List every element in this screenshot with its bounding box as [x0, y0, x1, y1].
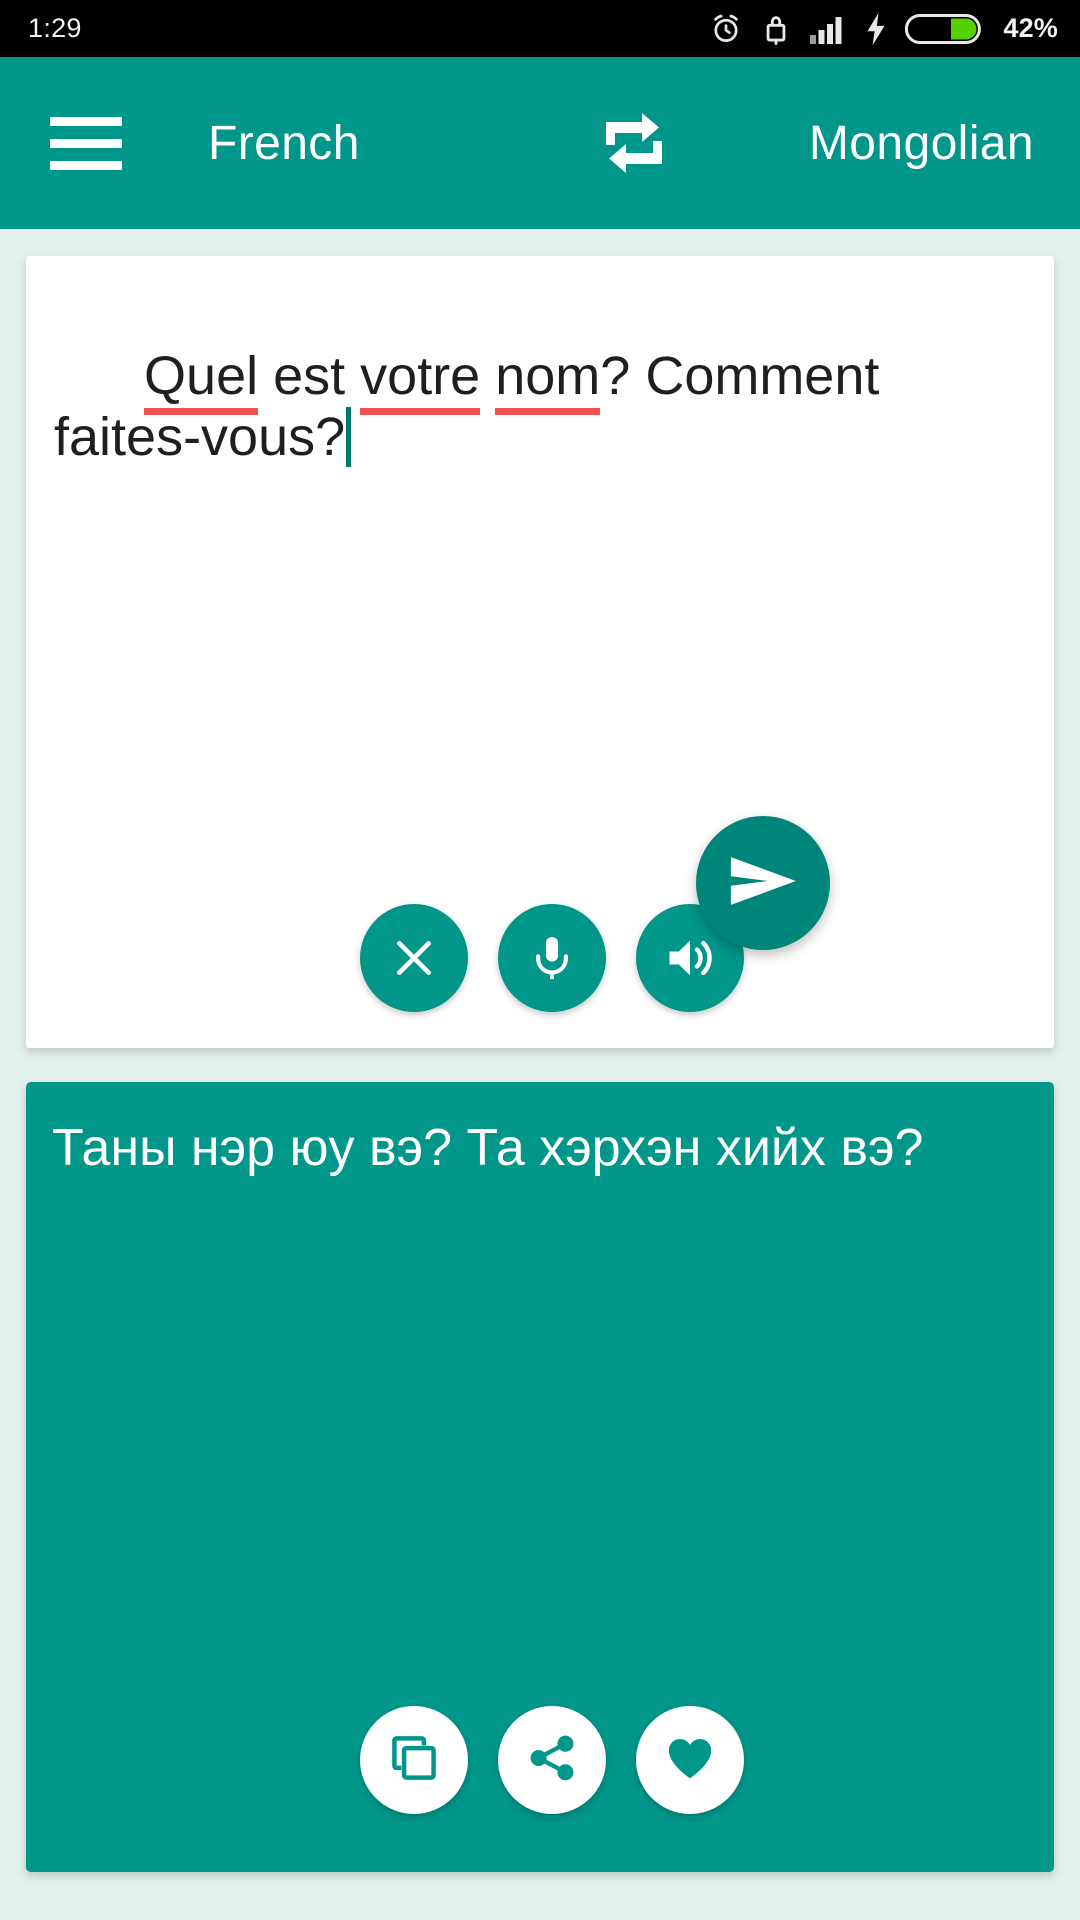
hamburger-bar [50, 138, 122, 148]
charging-bolt-icon [865, 12, 887, 46]
send-icon [722, 840, 804, 927]
send-button[interactable] [696, 816, 830, 950]
clear-button[interactable] [360, 904, 468, 1012]
swap-languages-icon[interactable] [594, 103, 674, 183]
hamburger-menu-icon[interactable] [50, 116, 146, 170]
lock-icon [761, 12, 791, 46]
microphone-button[interactable] [498, 904, 606, 1012]
source-text-input[interactable]: Quel est votre nom? Comment faites-vous? [54, 286, 1028, 528]
favorite-button[interactable] [636, 1706, 744, 1814]
hamburger-bar [50, 116, 122, 126]
speaker-icon [662, 930, 718, 986]
source-actions [26, 904, 1054, 1012]
source-text-part: est [258, 346, 361, 407]
translated-text: Таны нэр юу вэ? Та хэрхэн хийх вэ? [52, 1119, 924, 1177]
app-bar: French Mongolian [0, 57, 1080, 229]
status-icons: 42% [709, 11, 1058, 47]
status-clock: 1:29 [28, 13, 82, 43]
misspelled-word: nom [495, 346, 601, 407]
share-icon [526, 1732, 578, 1789]
source-language-selector[interactable]: French [208, 116, 360, 171]
heart-icon [663, 1731, 717, 1790]
share-button[interactable] [498, 1706, 606, 1814]
translation-result-card: Таны нэр юу вэ? Та хэрхэн хийх вэ? [26, 1082, 1054, 1872]
alarm-icon [709, 12, 743, 46]
source-text-card: Quel est votre nom? Comment faites-vous? [26, 256, 1054, 1048]
translator-screen: 1:29 42% French Mongolian Quel est votre… [0, 0, 1080, 1920]
source-text-part [480, 346, 495, 406]
copy-button[interactable] [360, 1706, 468, 1814]
close-icon [387, 931, 441, 985]
signal-icon [809, 13, 847, 45]
misspelled-word: Quel [144, 346, 259, 407]
microphone-icon [526, 932, 578, 984]
misspelled-word: votre [360, 346, 481, 407]
status-bar: 1:29 42% [0, 0, 1080, 57]
battery-icon [905, 11, 982, 47]
target-language-selector[interactable]: Mongolian [809, 116, 1034, 171]
copy-icon [387, 1731, 441, 1790]
hamburger-bar [50, 160, 122, 170]
battery-percent: 42% [1003, 13, 1058, 43]
translation-actions [26, 1706, 1054, 1814]
text-caret [346, 406, 352, 467]
